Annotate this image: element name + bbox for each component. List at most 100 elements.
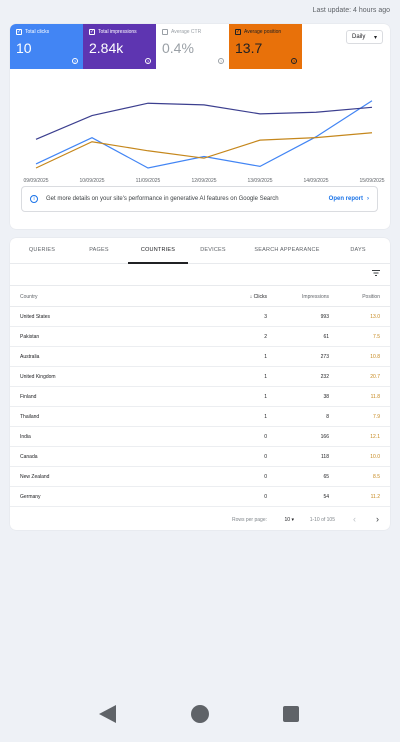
cell-impressions: 166 (320, 434, 329, 440)
x-tick-label: 12/09/2025 (191, 178, 216, 184)
cell-country: Australia (20, 354, 40, 360)
table-row[interactable]: United Kingdom 1 232 20.7 (10, 367, 390, 387)
metric-total-clicks[interactable]: ✓ Total clicks 10 ? (10, 24, 83, 69)
x-tick-label: 14/09/2025 (303, 178, 328, 184)
cell-impressions: 118 (321, 454, 329, 460)
cell-impressions: 61 (323, 334, 329, 340)
previous-page-icon[interactable]: ‹ (353, 514, 356, 524)
checkbox-checked-icon[interactable]: ✓ (235, 29, 241, 35)
header-country[interactable]: Country (20, 294, 38, 300)
table-row[interactable]: Pakistan 2 61 7.5 (10, 327, 390, 347)
help-icon[interactable]: ? (218, 58, 224, 64)
x-tick-label: 10/09/2025 (79, 178, 104, 184)
cell-clicks: 1 (264, 414, 267, 420)
metric-label: Average position (244, 29, 282, 35)
arrow-down-icon: ↓ (249, 294, 253, 300)
series-line-2 (35, 132, 373, 169)
cell-position: 10.0 (370, 454, 380, 460)
table-row[interactable]: Finland 1 38 11.8 (10, 387, 390, 407)
tab-countries[interactable]: COUNTRIES (128, 238, 188, 264)
performance-chart: 09/09/2025 10/09/2025 11/09/2025 12/09/2025… (23, 100, 385, 184)
cell-clicks: 0 (264, 494, 267, 500)
metric-average-ctr[interactable]: Average CTR 0.4% ? (156, 24, 229, 69)
open-report-label: Open report (328, 196, 363, 202)
back-icon[interactable] (99, 705, 116, 723)
cell-country: United States (20, 314, 51, 320)
cell-country: India (20, 434, 31, 440)
cell-position: 10.8 (370, 354, 380, 360)
cell-impressions: 8 (326, 414, 329, 420)
last-update-text: Last update: 4 hours ago (312, 7, 390, 14)
metric-label: Average CTR (171, 29, 202, 35)
banner-text: Get more details on your site's performa… (46, 196, 279, 202)
table-header: Country ↓ Clicks Impressions Position (10, 285, 390, 307)
help-icon[interactable]: ? (291, 58, 297, 64)
cell-impressions: 232 (320, 374, 329, 380)
header-impressions[interactable]: Impressions (302, 294, 329, 300)
cell-position: 20.7 (370, 374, 380, 380)
period-value: Daily (352, 34, 366, 40)
table-row[interactable]: Thailand 1 8 7.9 (10, 407, 390, 427)
rows-per-page-select[interactable]: 10 ▾ (285, 517, 294, 523)
metric-total-impressions[interactable]: ✓ Total impressions 2.84k ? (83, 24, 156, 69)
header-clicks-label: Clicks (253, 294, 267, 300)
cell-clicks: 1 (264, 394, 267, 400)
metric-value: 2.84k (89, 40, 124, 56)
cell-clicks: 3 (264, 314, 267, 320)
report-table-card: QUERIES PAGES COUNTRIES DEVICES SEARCH A… (10, 238, 390, 530)
header-position[interactable]: Position (362, 294, 380, 300)
x-tick-label: 13/09/2025 (247, 178, 272, 184)
checkbox-checked-icon[interactable]: ✓ (89, 29, 95, 35)
cell-clicks: 1 (264, 354, 267, 360)
table-row[interactable]: New Zealand 0 65 8.5 (10, 467, 390, 487)
filter-icon[interactable] (371, 268, 381, 278)
checkbox-unchecked-icon[interactable] (162, 29, 168, 35)
checkbox-checked-icon[interactable]: ✓ (16, 29, 22, 35)
help-icon[interactable]: ? (145, 58, 151, 64)
cell-position: 11.2 (370, 494, 380, 500)
metric-value: 10 (16, 40, 32, 56)
cell-impressions: 54 (323, 494, 329, 500)
header-clicks[interactable]: ↓ Clicks (250, 294, 267, 300)
help-icon[interactable]: ? (72, 58, 78, 64)
tab-days[interactable]: DAYS (336, 238, 380, 263)
tab-search-appearance[interactable]: SEARCH APPEARANCE (238, 238, 336, 263)
table-row[interactable]: Germany 0 54 11.2 (10, 487, 390, 507)
table-row[interactable]: Canada 0 118 10.0 (10, 447, 390, 467)
rows-per-page-label: Rows per page: (231, 517, 267, 523)
cell-position: 11.8 (370, 394, 380, 400)
metric-value: 0.4% (162, 40, 194, 56)
open-report-link[interactable]: Open report › (329, 196, 369, 202)
table-row[interactable]: India 0 166 12.1 (10, 427, 390, 447)
table-row[interactable]: Australia 1 273 10.8 (10, 347, 390, 367)
android-nav-bar (0, 700, 400, 730)
metric-label: Total clicks (25, 29, 50, 35)
table-row[interactable]: United States 3 993 13.0 (10, 307, 390, 327)
metric-average-position[interactable]: ✓ Average position 13.7 ? (229, 24, 302, 69)
next-page-icon[interactable]: › (376, 514, 379, 524)
cell-clicks: 0 (264, 434, 267, 440)
cell-position: 7.9 (373, 414, 380, 420)
chevron-down-icon: ▾ (373, 34, 377, 41)
metric-label: Total impressions (98, 29, 137, 35)
cell-clicks: 0 (264, 454, 267, 460)
x-tick-label: 09/09/2025 (23, 178, 48, 184)
chevron-down-icon: ▾ (291, 517, 294, 523)
performance-card: ✓ Total clicks 10 ? ✓ Total impressions 2.… (10, 24, 390, 229)
chevron-right-icon: › (367, 196, 369, 202)
cell-country: Finland (20, 394, 37, 400)
period-select[interactable]: Daily ▾ (346, 30, 383, 44)
tab-pages[interactable]: PAGES (74, 238, 124, 263)
cell-impressions: 65 (323, 474, 329, 480)
recents-icon[interactable] (283, 706, 299, 722)
home-icon[interactable] (191, 705, 209, 723)
cell-clicks: 0 (264, 474, 267, 480)
cell-position: 8.5 (373, 474, 380, 480)
tab-queries[interactable]: QUERIES (10, 238, 74, 263)
tab-devices[interactable]: DEVICES (188, 238, 238, 263)
cell-country: Germany (20, 494, 41, 500)
cell-position: 13.0 (370, 314, 380, 320)
cell-position: 12.1 (370, 434, 380, 440)
x-tick-label: 11/09/2025 (136, 178, 161, 184)
pagination: Rows per page: 10 ▾ 1-10 of 105 ‹ › (10, 510, 390, 530)
